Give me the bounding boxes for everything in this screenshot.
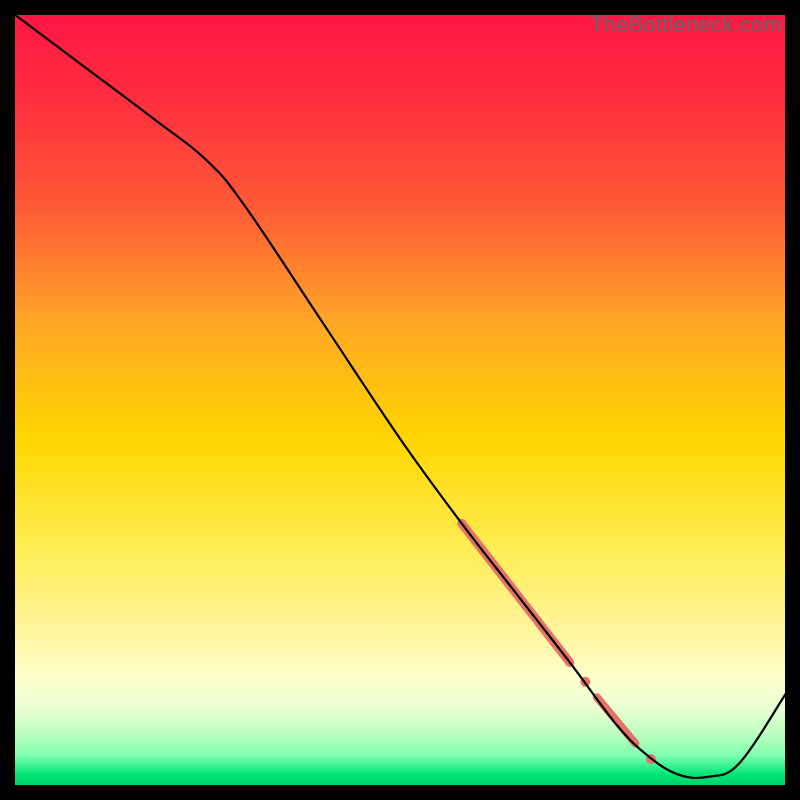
chart-background (14, 14, 786, 786)
chart-frame: TheBottleneck.com (14, 14, 786, 786)
chart-svg (14, 14, 786, 786)
watermark-text: TheBottleneck.com (590, 12, 782, 38)
